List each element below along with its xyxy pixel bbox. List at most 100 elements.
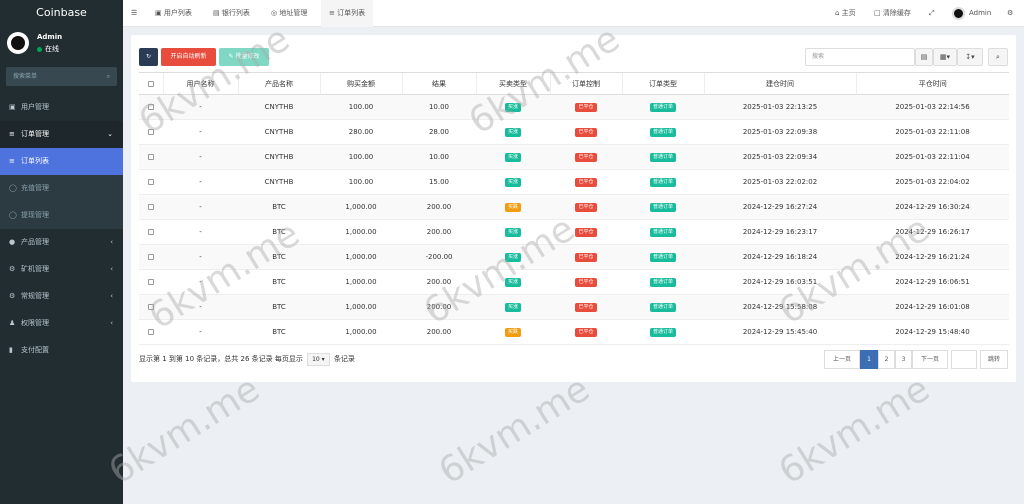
cell-product: BTC bbox=[238, 219, 320, 245]
tab-label: 用户列表 bbox=[163, 9, 192, 17]
col-header[interactable]: 购买金额 bbox=[319, 72, 402, 95]
clear-cache-button[interactable]: □ 清除缓存 bbox=[874, 0, 911, 27]
select-all-checkbox[interactable] bbox=[139, 72, 163, 95]
sidebar-item-product-management[interactable]: ● 产品管理 ‹ bbox=[0, 229, 123, 256]
search-icon[interactable]: ⌕ bbox=[107, 67, 110, 86]
row-checkbox[interactable] bbox=[139, 269, 163, 295]
order-control-badge: 已平仓 bbox=[575, 153, 597, 162]
checkbox-icon bbox=[148, 329, 154, 335]
table-row[interactable]: - BTC 1,000.00 200.00 买涨 已平仓 普通订单 2024-12-29 16… bbox=[139, 269, 1009, 295]
sidebar-item-permission-management[interactable]: ♟ 权限管理 ‹ bbox=[0, 310, 123, 337]
chevron-left-icon: ‹ bbox=[110, 238, 113, 246]
table-row[interactable]: - BTC 1,000.00 200.00 买跌 已平仓 普通订单 2024-12-29 15… bbox=[139, 319, 1009, 345]
table-row[interactable]: - BTC 1,000.00 -200.00 买涨 已平仓 普通订单 2024-12-29 1… bbox=[139, 244, 1009, 270]
col-header[interactable]: 买卖类型 bbox=[475, 72, 550, 95]
cell-order-control: 已平仓 bbox=[550, 144, 622, 170]
tab-bank-list[interactable]: ▤ 银行列表 bbox=[213, 0, 250, 27]
columns-button[interactable]: ▦▾ bbox=[933, 48, 957, 66]
prev-page-button[interactable]: 上一页 bbox=[824, 350, 860, 369]
jump-button[interactable]: 跳转 bbox=[980, 350, 1008, 369]
col-header[interactable]: 用户名称 bbox=[162, 72, 238, 95]
cell-result: 10.00 bbox=[402, 94, 476, 120]
order-control-badge: 已平仓 bbox=[575, 303, 597, 312]
cell-result: 200.00 bbox=[402, 269, 476, 295]
sidebar-item-recharge-management[interactable]: ◯ 充值管理 bbox=[0, 175, 123, 202]
sidebar-item-miner-management[interactable]: ⚙ 矿机管理 ‹ bbox=[0, 256, 123, 283]
order-type-badge: 普通订单 bbox=[649, 178, 676, 187]
col-header[interactable]: 平仓时间 bbox=[855, 72, 1009, 95]
table-row[interactable]: - BTC 1,000.00 200.00 买涨 已平仓 普通订单 2024-12-29 15… bbox=[139, 294, 1009, 320]
col-header[interactable]: 结果 bbox=[401, 72, 476, 95]
sidebar-item-general-management[interactable]: ⚙ 常规管理 ‹ bbox=[0, 283, 123, 310]
row-checkbox[interactable] bbox=[139, 219, 163, 245]
toggle-view-button[interactable]: ▤ bbox=[915, 48, 933, 66]
menu-toggle-icon[interactable]: ☰ bbox=[131, 0, 137, 27]
table-row[interactable]: - CNYTHB 100.00 10.00 买涨 已平仓 普通订单 2025-01-03 22… bbox=[139, 94, 1009, 120]
order-type-badge: 普通订单 bbox=[649, 303, 676, 312]
table-row[interactable]: - BTC 1,000.00 200.00 买跌 已平仓 普通订单 2024-12-29 16… bbox=[139, 194, 1009, 220]
order-type-badge: 普通订单 bbox=[649, 253, 676, 262]
pagination-info: 显示第 1 到第 10 条记录，总共 26 条记录 每页显示 10 ▾ 条记录 bbox=[139, 353, 355, 366]
row-checkbox[interactable] bbox=[139, 94, 163, 120]
col-header[interactable]: 订单控制 bbox=[549, 72, 622, 95]
trade-type-badge: 买跌 bbox=[504, 203, 521, 212]
trade-type-badge: 买涨 bbox=[504, 103, 521, 112]
page-button-2[interactable]: 2 bbox=[878, 350, 895, 369]
table-search-input[interactable]: 搜索 bbox=[805, 48, 915, 66]
cell-order-control: 已平仓 bbox=[550, 219, 622, 245]
settings-icon[interactable]: ⚙ bbox=[1007, 0, 1013, 27]
menu-search-input[interactable]: 搜索菜单 ⌕ bbox=[6, 67, 117, 86]
refresh-button[interactable]: ↻ bbox=[139, 48, 158, 66]
checkbox-icon bbox=[148, 129, 154, 135]
tab-address-management[interactable]: ◎ 地址管理 bbox=[271, 0, 307, 27]
fullscreen-icon[interactable]: ⤢ bbox=[929, 0, 935, 27]
page-button-3[interactable]: 3 bbox=[895, 350, 912, 369]
table-row[interactable]: - CNYTHB 100.00 10.00 买涨 已平仓 普通订单 2025-01-03 22… bbox=[139, 144, 1009, 170]
row-checkbox[interactable] bbox=[139, 294, 163, 320]
order-type-badge: 普通订单 bbox=[649, 203, 676, 212]
tab-user-list[interactable]: ▣ 用户列表 bbox=[155, 0, 192, 27]
menu-label: 用户管理 bbox=[21, 103, 49, 111]
row-checkbox[interactable] bbox=[139, 144, 163, 170]
row-checkbox[interactable] bbox=[139, 319, 163, 345]
tab-icon: ▤ bbox=[213, 9, 222, 17]
cell-order-control: 已平仓 bbox=[550, 319, 622, 345]
checkbox-icon bbox=[148, 229, 154, 235]
page-button-1[interactable]: 1 bbox=[860, 350, 878, 369]
page-size-select[interactable]: 10 ▾ bbox=[307, 353, 330, 366]
cell-amount: 1,000.00 bbox=[320, 319, 402, 345]
sidebar-item-withdraw-management[interactable]: ◯ 提现管理 bbox=[0, 202, 123, 229]
brand-logo[interactable]: Coinbase bbox=[0, 0, 123, 26]
row-checkbox[interactable] bbox=[139, 169, 163, 195]
main-content-box: ↻ 开启自动刷新 ✎ 批量修改 搜索 ▤ ▦▾ ↧▾ ⌕ 用户名称 产品名称 购… bbox=[131, 35, 1016, 382]
batch-edit-button[interactable]: ✎ 批量修改 bbox=[219, 48, 269, 66]
col-header[interactable]: 建仓时间 bbox=[703, 72, 856, 95]
col-header[interactable]: 产品名称 bbox=[237, 72, 320, 95]
table-row[interactable]: - CNYTHB 100.00 15.00 买涨 已平仓 普通订单 2025-01-03 22… bbox=[139, 169, 1009, 195]
home-icon: ⌂ bbox=[835, 9, 842, 17]
chevron-left-icon: ‹ bbox=[110, 265, 113, 273]
row-checkbox[interactable] bbox=[139, 194, 163, 220]
cell-order-type: 普通订单 bbox=[622, 269, 704, 295]
order-type-badge: 普通订单 bbox=[649, 128, 676, 137]
admin-menu[interactable]: Admin bbox=[952, 0, 991, 27]
cell-trade-type: 买涨 bbox=[476, 144, 550, 170]
sidebar-item-order-list[interactable]: ≡ 订单列表 bbox=[0, 148, 123, 175]
sidebar-item-user-management[interactable]: ▣ 用户管理 bbox=[0, 94, 123, 121]
sidebar-item-payment-config[interactable]: ▮ 支付配置 bbox=[0, 337, 123, 364]
table-row[interactable]: - BTC 1,000.00 200.00 买涨 已平仓 普通订单 2024-12-29 16… bbox=[139, 219, 1009, 245]
checkbox-icon bbox=[147, 80, 154, 87]
row-checkbox[interactable] bbox=[139, 244, 163, 270]
next-page-button[interactable]: 下一页 bbox=[912, 350, 948, 369]
search-button[interactable]: ⌕ bbox=[988, 48, 1008, 66]
cell-order-control: 已平仓 bbox=[550, 119, 622, 145]
home-link[interactable]: ⌂ 主页 bbox=[835, 0, 856, 27]
jump-page-input[interactable] bbox=[951, 350, 977, 369]
auto-refresh-button[interactable]: 开启自动刷新 bbox=[161, 48, 216, 66]
row-checkbox[interactable] bbox=[139, 119, 163, 145]
table-row[interactable]: - CNYTHB 280.00 28.00 买涨 已平仓 普通订单 2025-01-03 22… bbox=[139, 119, 1009, 145]
export-button[interactable]: ↧▾ bbox=[957, 48, 983, 66]
sidebar-item-order-management[interactable]: ≡ 订单管理 ⌄ bbox=[0, 121, 123, 148]
tab-order-list[interactable]: ≡ 订单列表 bbox=[321, 0, 374, 27]
col-header[interactable]: 订单类型 bbox=[621, 72, 704, 95]
